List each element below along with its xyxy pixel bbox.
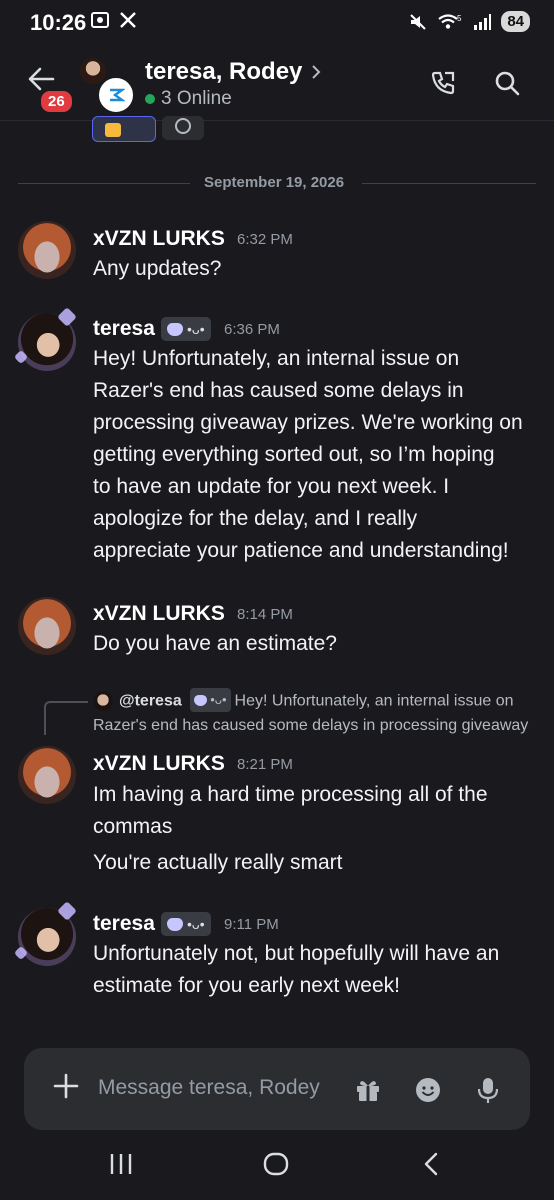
reply-avatar — [93, 691, 113, 712]
svg-text:5: 5 — [457, 14, 462, 23]
message-composer: Message teresa, Rodey — [24, 1048, 530, 1130]
battery-indicator: 84 — [501, 11, 530, 32]
message-line: Im having a hard time processing all of … — [93, 783, 488, 806]
message-line: appreciate your patience and understandi… — [93, 539, 509, 562]
message-body[interactable]: Do you have an estimate? — [93, 628, 337, 660]
message-body[interactable]: Hey! Unfortunately, an internal issue on… — [93, 343, 523, 567]
message-body[interactable]: You're actually really smart — [93, 847, 343, 879]
message-timestamp: 6:36 PM — [224, 321, 280, 338]
message-line: Any updates? — [93, 257, 222, 280]
chat-title[interactable]: teresa, Rodey — [145, 58, 322, 86]
reply-preview[interactable]: @teresa •ᴗ• Hey! Unfortunately, an intern… — [93, 688, 528, 738]
recents-icon[interactable] — [108, 1150, 134, 1178]
message-body[interactable]: Im having a hard time processing all of … — [93, 779, 488, 843]
message-line: apologize for the delay, and I really — [93, 507, 418, 530]
message-line: Unfortunately not, but hopefully will ha… — [93, 942, 500, 965]
x-logo-icon — [120, 12, 136, 28]
message-timestamp: 9:11 PM — [224, 916, 279, 933]
message-line: Do you have an estimate? — [93, 632, 337, 655]
reply-connector — [44, 701, 88, 735]
online-status: 3 Online — [145, 88, 232, 110]
message-body[interactable]: Any updates? — [93, 253, 221, 285]
group-avatar-secondary — [96, 75, 136, 115]
message-body[interactable]: Unfortunately not, but hopefully will ha… — [93, 938, 499, 1002]
message-line: getting everything sorted out, so I’m ho… — [93, 443, 495, 466]
date-divider: September 19, 2026 — [18, 174, 536, 191]
heart-icon — [167, 322, 183, 336]
mic-icon[interactable] — [476, 1076, 500, 1104]
avatar[interactable] — [18, 746, 76, 804]
call-icon[interactable] — [430, 70, 456, 96]
server-tag: •ᴗ• — [161, 317, 211, 341]
message-line: Razer's end has caused some delays in — [93, 379, 464, 402]
date-divider-text: September 19, 2026 — [204, 174, 345, 191]
message-line: processing giveaway prizes. We're workin… — [93, 411, 523, 434]
online-dot — [145, 94, 155, 104]
heart-icon — [167, 917, 183, 931]
message-line: Hey! Unfortunately, an internal issue on — [93, 347, 460, 370]
message-line: commas — [93, 815, 173, 838]
add-reaction-icon — [175, 118, 191, 134]
status-bar: 10:26 5 84 — [0, 0, 554, 44]
message-line: You're actually really smart — [93, 851, 343, 874]
chat-title-text: teresa, Rodey — [145, 58, 303, 85]
unread-badge: 26 — [38, 88, 75, 115]
chevron-right-icon — [312, 65, 321, 79]
reply-text: Razer's end has caused some delays in pr… — [93, 716, 529, 734]
message-author[interactable]: teresa — [93, 912, 155, 936]
search-icon[interactable] — [494, 70, 520, 96]
message-line: to have an update for you next week. I — [93, 475, 450, 498]
message-timestamp: 8:14 PM — [237, 606, 293, 623]
server-tag: •ᴗ• — [190, 688, 231, 712]
plus-icon[interactable] — [52, 1072, 80, 1100]
avatar[interactable] — [18, 597, 76, 655]
screenshot-icon — [91, 12, 109, 28]
message-author[interactable]: xVZN LURKS — [93, 602, 225, 626]
server-tag: •ᴗ• — [161, 912, 211, 936]
back-nav-icon[interactable] — [418, 1150, 444, 1178]
heart-icon — [194, 694, 208, 706]
reaction-chip[interactable] — [92, 116, 156, 142]
signal-icon — [474, 13, 492, 30]
message-author[interactable]: xVZN LURKS — [93, 227, 225, 251]
reply-text: Hey! Unfortunately, an internal issue on — [234, 692, 514, 710]
thumbs-up-icon — [105, 123, 121, 137]
gift-icon[interactable] — [354, 1076, 382, 1104]
message-timestamp: 8:21 PM — [237, 756, 293, 773]
mute-icon — [410, 13, 427, 30]
message-author[interactable]: teresa — [93, 317, 155, 341]
bot-logo-icon — [110, 88, 125, 102]
message-input[interactable]: Message teresa, Rodey — [98, 1076, 320, 1100]
add-reaction-chip[interactable] — [162, 116, 204, 140]
wifi-icon: 5 — [438, 14, 462, 29]
message-line: estimate for you early next week! — [93, 974, 400, 997]
message-author[interactable]: xVZN LURKS — [93, 752, 225, 776]
home-icon[interactable] — [262, 1150, 290, 1178]
reply-mention: @teresa — [119, 692, 182, 710]
avatar[interactable] — [18, 221, 76, 279]
message-timestamp: 6:32 PM — [237, 231, 293, 248]
emoji-icon[interactable] — [414, 1076, 442, 1104]
chat-header: 26 teresa, Rodey 3 Online — [0, 48, 554, 121]
online-count: 3 Online — [161, 88, 232, 109]
status-time: 10:26 — [30, 10, 87, 35]
